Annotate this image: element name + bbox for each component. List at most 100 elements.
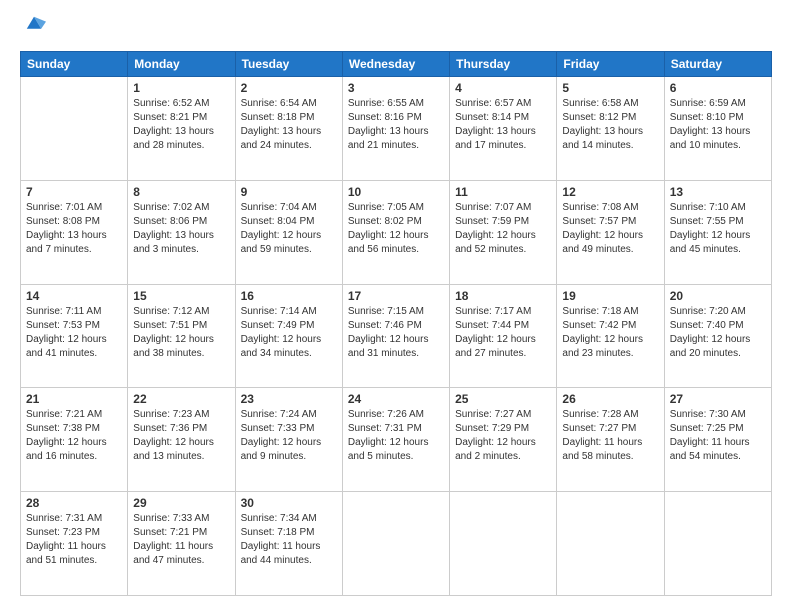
- day-number: 6: [670, 81, 766, 95]
- day-cell: 4Sunrise: 6:57 AM Sunset: 8:14 PM Daylig…: [450, 77, 557, 181]
- day-cell: 25Sunrise: 7:27 AM Sunset: 7:29 PM Dayli…: [450, 388, 557, 492]
- day-number: 21: [26, 392, 122, 406]
- day-cell: 30 Sunrise: 7:34 AM Sunset: 7:18 PM Dayli…: [235, 492, 342, 596]
- logo-icon: [22, 12, 46, 36]
- day-number: 13: [670, 185, 766, 199]
- day-cell: 10 Sunrise: 7:05 AM Sunset: 8:02 PM Dayli…: [342, 180, 449, 284]
- day-cell: 22 Sunrise: 7:23 AM Sunset: 7:36 PM Dayli…: [128, 388, 235, 492]
- day-cell: 28 Sunrise: 7:31 AM Sunset: 7:23 PM Dayli…: [21, 492, 128, 596]
- day-cell: 29 Sunrise: 7:33 AM Sunset: 7:21 PM Dayli…: [128, 492, 235, 596]
- day-info: Sunrise: 7:21 AM Sunset: 7:38 PM Dayligh…: [26, 408, 122, 464]
- day-cell: 16Sunrise: 7:14 AM Sunset: 7:49 PM Dayli…: [235, 284, 342, 388]
- day-number: 28: [26, 496, 122, 510]
- day-info: Sunrise: 7:11 AM Sunset: 7:53 PM Dayligh…: [26, 305, 122, 361]
- day-info: Sunrise: 7:33 AM Sunset: 7:21 PM Dayligh…: [133, 512, 229, 568]
- day-info: Sunrise: 7:10 AM Sunset: 7:55 PM Dayligh…: [670, 201, 766, 257]
- header-thursday: Thursday: [450, 52, 557, 77]
- day-info: Sunrise: 6:59 AM Sunset: 8:10 PM Dayligh…: [670, 97, 766, 153]
- day-info: Sunrise: 7:17 AM Sunset: 7:44 PM Dayligh…: [455, 305, 551, 361]
- day-info: Sunrise: 7:27 AM Sunset: 7:29 PM Dayligh…: [455, 408, 551, 464]
- day-number: 23: [241, 392, 337, 406]
- day-info: Sunrise: 7:02 AM Sunset: 8:06 PM Dayligh…: [133, 201, 229, 257]
- day-cell: 7 Sunrise: 7:01 AM Sunset: 8:08 PM Daylig…: [21, 180, 128, 284]
- day-cell: [342, 492, 449, 596]
- day-info: Sunrise: 6:52 AM Sunset: 8:21 PM Dayligh…: [133, 97, 229, 153]
- day-info: Sunrise: 7:24 AM Sunset: 7:33 PM Dayligh…: [241, 408, 337, 464]
- day-cell: 2Sunrise: 6:54 AM Sunset: 8:18 PM Daylig…: [235, 77, 342, 181]
- day-cell: 21 Sunrise: 7:21 AM Sunset: 7:38 PM Dayli…: [21, 388, 128, 492]
- day-info: Sunrise: 7:07 AM Sunset: 7:59 PM Dayligh…: [455, 201, 551, 257]
- day-number: 19: [562, 289, 658, 303]
- week-row-2: 14 Sunrise: 7:11 AM Sunset: 7:53 PM Dayli…: [21, 284, 772, 388]
- day-info: Sunrise: 7:12 AM Sunset: 7:51 PM Dayligh…: [133, 305, 229, 361]
- day-number: 4: [455, 81, 551, 95]
- day-info: Sunrise: 7:31 AM Sunset: 7:23 PM Dayligh…: [26, 512, 122, 568]
- day-info: Sunrise: 7:20 AM Sunset: 7:40 PM Dayligh…: [670, 305, 766, 361]
- header-row: SundayMondayTuesdayWednesdayThursdayFrid…: [21, 52, 772, 77]
- day-cell: 17 Sunrise: 7:15 AM Sunset: 7:46 PM Dayli…: [342, 284, 449, 388]
- day-info: Sunrise: 7:34 AM Sunset: 7:18 PM Dayligh…: [241, 512, 337, 568]
- day-number: 11: [455, 185, 551, 199]
- day-cell: 5Sunrise: 6:58 AM Sunset: 8:12 PM Daylig…: [557, 77, 664, 181]
- day-cell: 13 Sunrise: 7:10 AM Sunset: 7:55 PM Dayli…: [664, 180, 771, 284]
- day-info: Sunrise: 7:15 AM Sunset: 7:46 PM Dayligh…: [348, 305, 444, 361]
- header-wednesday: Wednesday: [342, 52, 449, 77]
- day-cell: [664, 492, 771, 596]
- day-info: Sunrise: 7:04 AM Sunset: 8:04 PM Dayligh…: [241, 201, 337, 257]
- day-number: 1: [133, 81, 229, 95]
- header-friday: Friday: [557, 52, 664, 77]
- day-number: 15: [133, 289, 229, 303]
- day-info: Sunrise: 7:28 AM Sunset: 7:27 PM Dayligh…: [562, 408, 658, 464]
- day-number: 3: [348, 81, 444, 95]
- day-number: 26: [562, 392, 658, 406]
- logo: [20, 16, 46, 41]
- header: [20, 16, 772, 41]
- day-info: Sunrise: 7:26 AM Sunset: 7:31 PM Dayligh…: [348, 408, 444, 464]
- day-cell: 12 Sunrise: 7:08 AM Sunset: 7:57 PM Dayli…: [557, 180, 664, 284]
- day-cell: 1 Sunrise: 6:52 AM Sunset: 8:21 PM Daylig…: [128, 77, 235, 181]
- week-row-3: 21 Sunrise: 7:21 AM Sunset: 7:38 PM Dayli…: [21, 388, 772, 492]
- day-cell: 15 Sunrise: 7:12 AM Sunset: 7:51 PM Dayli…: [128, 284, 235, 388]
- day-cell: 14 Sunrise: 7:11 AM Sunset: 7:53 PM Dayli…: [21, 284, 128, 388]
- header-sunday: Sunday: [21, 52, 128, 77]
- week-row-4: 28 Sunrise: 7:31 AM Sunset: 7:23 PM Dayli…: [21, 492, 772, 596]
- day-number: 10: [348, 185, 444, 199]
- calendar-header: SundayMondayTuesdayWednesdayThursdayFrid…: [21, 52, 772, 77]
- day-number: 30: [241, 496, 337, 510]
- day-info: Sunrise: 7:01 AM Sunset: 8:08 PM Dayligh…: [26, 201, 122, 257]
- day-cell: [557, 492, 664, 596]
- day-number: 22: [133, 392, 229, 406]
- page: SundayMondayTuesdayWednesdayThursdayFrid…: [0, 0, 792, 612]
- day-info: Sunrise: 7:08 AM Sunset: 7:57 PM Dayligh…: [562, 201, 658, 257]
- day-number: 18: [455, 289, 551, 303]
- day-number: 27: [670, 392, 766, 406]
- week-row-0: 1 Sunrise: 6:52 AM Sunset: 8:21 PM Daylig…: [21, 77, 772, 181]
- day-number: 12: [562, 185, 658, 199]
- day-info: Sunrise: 7:18 AM Sunset: 7:42 PM Dayligh…: [562, 305, 658, 361]
- day-cell: 23 Sunrise: 7:24 AM Sunset: 7:33 PM Dayli…: [235, 388, 342, 492]
- calendar-table: SundayMondayTuesdayWednesdayThursdayFrid…: [20, 51, 772, 596]
- day-cell: 18 Sunrise: 7:17 AM Sunset: 7:44 PM Dayli…: [450, 284, 557, 388]
- day-cell: 26 Sunrise: 7:28 AM Sunset: 7:27 PM Dayli…: [557, 388, 664, 492]
- day-info: Sunrise: 7:30 AM Sunset: 7:25 PM Dayligh…: [670, 408, 766, 464]
- day-cell: 8Sunrise: 7:02 AM Sunset: 8:06 PM Daylig…: [128, 180, 235, 284]
- day-cell: 20Sunrise: 7:20 AM Sunset: 7:40 PM Dayli…: [664, 284, 771, 388]
- day-cell: 11 Sunrise: 7:07 AM Sunset: 7:59 PM Dayli…: [450, 180, 557, 284]
- day-number: 24: [348, 392, 444, 406]
- week-row-1: 7 Sunrise: 7:01 AM Sunset: 8:08 PM Daylig…: [21, 180, 772, 284]
- day-number: 14: [26, 289, 122, 303]
- day-info: Sunrise: 6:55 AM Sunset: 8:16 PM Dayligh…: [348, 97, 444, 153]
- day-info: Sunrise: 6:58 AM Sunset: 8:12 PM Dayligh…: [562, 97, 658, 153]
- header-tuesday: Tuesday: [235, 52, 342, 77]
- day-info: Sunrise: 7:05 AM Sunset: 8:02 PM Dayligh…: [348, 201, 444, 257]
- day-info: Sunrise: 7:14 AM Sunset: 7:49 PM Dayligh…: [241, 305, 337, 361]
- day-number: 17: [348, 289, 444, 303]
- day-number: 29: [133, 496, 229, 510]
- day-number: 7: [26, 185, 122, 199]
- day-info: Sunrise: 7:23 AM Sunset: 7:36 PM Dayligh…: [133, 408, 229, 464]
- day-info: Sunrise: 6:54 AM Sunset: 8:18 PM Dayligh…: [241, 97, 337, 153]
- day-cell: [21, 77, 128, 181]
- header-monday: Monday: [128, 52, 235, 77]
- calendar-body: 1 Sunrise: 6:52 AM Sunset: 8:21 PM Daylig…: [21, 77, 772, 596]
- header-saturday: Saturday: [664, 52, 771, 77]
